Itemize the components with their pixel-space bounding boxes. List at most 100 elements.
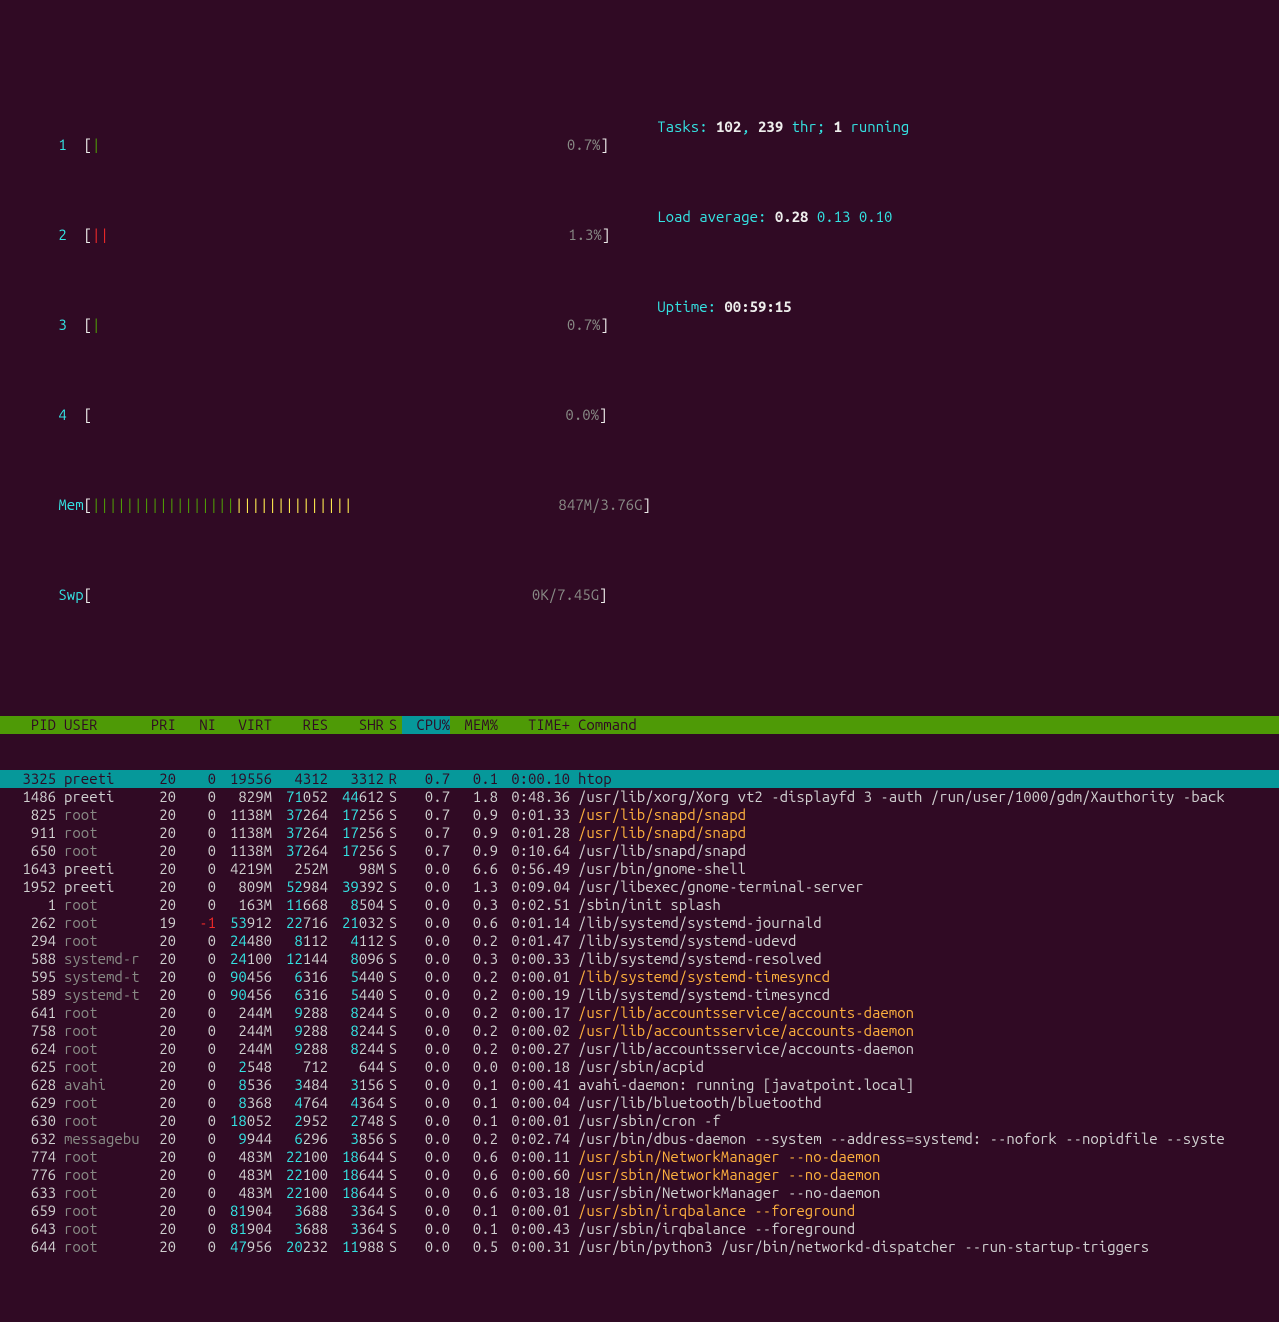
cell-ni: 0 [176,806,216,824]
table-row[interactable]: 911root2001138M3726417256S0.70.90:01.28/… [0,824,1279,842]
hdr-cmd[interactable]: Command [570,716,1279,734]
cell-state: S [384,950,402,968]
cell-command: /lib/systemd/systemd-journald [570,914,1279,932]
table-row[interactable]: 1952preeti200809M5298439392S0.01.30:09.0… [0,878,1279,896]
hdr-cpu[interactable]: CPU% [402,716,450,734]
cell-user: root [56,1238,136,1256]
table-row[interactable]: 776root200483M2210018644S0.00.60:00.60/u… [0,1166,1279,1184]
cell-time: 0:01.47 [498,932,570,950]
cell-res: 22100 [272,1166,328,1184]
table-row[interactable]: 625root2002548712644S0.00.00:00.18/usr/s… [0,1058,1279,1076]
cell-pid: 1643 [0,860,56,878]
cell-pri: 20 [136,986,176,1004]
table-row[interactable]: 588systemd-r20024100121448096S0.00.30:00… [0,950,1279,968]
cell-cpu: 0.0 [402,1094,450,1112]
cell-time: 0:00.18 [498,1058,570,1076]
cell-ni: 0 [176,1202,216,1220]
hdr-mem[interactable]: MEM% [450,716,498,734]
cell-state: S [384,1094,402,1112]
table-row[interactable]: 630root2001805229522748S0.00.10:00.01/us… [0,1112,1279,1130]
cell-pid: 633 [0,1184,56,1202]
table-row[interactable]: 1486preeti200829M7105244612S0.71.80:48.3… [0,788,1279,806]
cell-res: 12144 [272,950,328,968]
hdr-s[interactable]: S [384,716,402,734]
cell-user: root [56,914,136,932]
cell-user: root [56,1112,136,1130]
table-row[interactable]: 624root200244M92888244S0.00.20:00.27/usr… [0,1040,1279,1058]
table-row[interactable]: 589systemd-t2009045663165440S0.00.20:00.… [0,986,1279,1004]
cell-cpu: 0.0 [402,914,450,932]
table-row[interactable]: 629root200836847644364S0.00.10:00.04/usr… [0,1094,1279,1112]
cell-pri: 20 [136,860,176,878]
table-row[interactable]: 774root200483M2210018644S0.00.60:00.11/u… [0,1148,1279,1166]
table-row[interactable]: 294root2002448081124112S0.00.20:01.47/li… [0,932,1279,950]
table-row[interactable]: 628avahi200853634843156S0.00.10:00.41ava… [0,1076,1279,1094]
cell-mem: 0.9 [450,806,498,824]
cell-pri: 20 [136,878,176,896]
table-row[interactable]: 262root19-1539122271621032S0.00.60:01.14… [0,914,1279,932]
cell-user: root [56,1004,136,1022]
cell-pid: 625 [0,1058,56,1076]
hdr-virt[interactable]: VIRT [216,716,272,734]
cell-virt: 90456 [216,986,272,1004]
hdr-pid[interactable]: PID [0,716,56,734]
load1: 0.28 [775,208,809,225]
cell-cpu: 0.0 [402,950,450,968]
cell-cpu: 0.0 [402,1166,450,1184]
cell-res: 4764 [272,1094,328,1112]
cell-mem: 1.3 [450,878,498,896]
cell-state: S [384,1238,402,1256]
cell-ni: 0 [176,968,216,986]
cell-pri: 20 [136,1112,176,1130]
table-row[interactable]: 1root200163M116688504S0.00.30:02.51/sbin… [0,896,1279,914]
cell-mem: 0.1 [450,1220,498,1238]
cell-mem: 0.1 [450,1112,498,1130]
cell-cpu: 0.0 [402,932,450,950]
table-row[interactable]: 633root200483M2210018644S0.00.60:03.18/u… [0,1184,1279,1202]
table-row[interactable]: 758root200244M92888244S0.00.20:00.02/usr… [0,1022,1279,1040]
cell-time: 0:09.04 [498,878,570,896]
cell-pri: 20 [136,1094,176,1112]
cell-user: root [56,806,136,824]
cell-command: /usr/bin/python3 /usr/bin/networkd-dispa… [570,1238,1279,1256]
cell-mem: 0.2 [450,968,498,986]
cell-mem: 0.5 [450,1238,498,1256]
cell-virt: 483M [216,1184,272,1202]
cell-time: 0:00.17 [498,1004,570,1022]
table-row[interactable]: 825root2001138M3726417256S0.70.90:01.33/… [0,806,1279,824]
table-row[interactable]: 643root2008190436883364S0.00.10:00.43/us… [0,1220,1279,1238]
cell-mem: 0.6 [450,1166,498,1184]
table-row[interactable]: 632messagebu200994462963856S0.00.20:02.7… [0,1130,1279,1148]
cell-pri: 20 [136,1004,176,1022]
hdr-ni[interactable]: NI [176,716,216,734]
hdr-pri[interactable]: PRI [136,716,176,734]
table-row[interactable]: 644root200479562023211988S0.00.50:00.31/… [0,1238,1279,1256]
cell-shr: 18644 [328,1166,384,1184]
cell-state: S [384,1076,402,1094]
cell-pid: 644 [0,1238,56,1256]
cell-mem: 0.3 [450,896,498,914]
cell-user: preeti [56,878,136,896]
hdr-shr[interactable]: SHR [328,716,384,734]
table-row[interactable]: 595systemd-t2009045663165440S0.00.20:00.… [0,968,1279,986]
cell-mem: 0.2 [450,1130,498,1148]
cell-state: S [384,1220,402,1238]
table-row[interactable]: 650root2001138M3726417256S0.70.90:10.64/… [0,842,1279,860]
hdr-res[interactable]: RES [272,716,328,734]
table-row[interactable]: 641root200244M92888244S0.00.20:00.17/usr… [0,1004,1279,1022]
table-row[interactable]: 3325preeti2001955643123312R0.70.10:00.10… [0,770,1279,788]
cell-shr: 8244 [328,1004,384,1022]
process-table[interactable]: PID USER PRI NI VIRT RES SHR S CPU% MEM%… [0,676,1279,1274]
cell-pid: 774 [0,1148,56,1166]
cell-time: 0:00.01 [498,968,570,986]
table-row[interactable]: 659root2008190436883364S0.00.10:00.01/us… [0,1202,1279,1220]
cell-virt: 24480 [216,932,272,950]
table-row[interactable]: 1643preeti2004219M252M98MS0.06.60:56.49/… [0,860,1279,878]
cell-shr: 98M [328,860,384,878]
cell-user: root [56,1022,136,1040]
hdr-user[interactable]: USER [56,716,136,734]
load2: 0.13 [817,208,851,225]
hdr-time[interactable]: TIME+ [498,716,570,734]
table-header[interactable]: PID USER PRI NI VIRT RES SHR S CPU% MEM%… [0,716,1279,734]
cell-ni: 0 [176,1184,216,1202]
